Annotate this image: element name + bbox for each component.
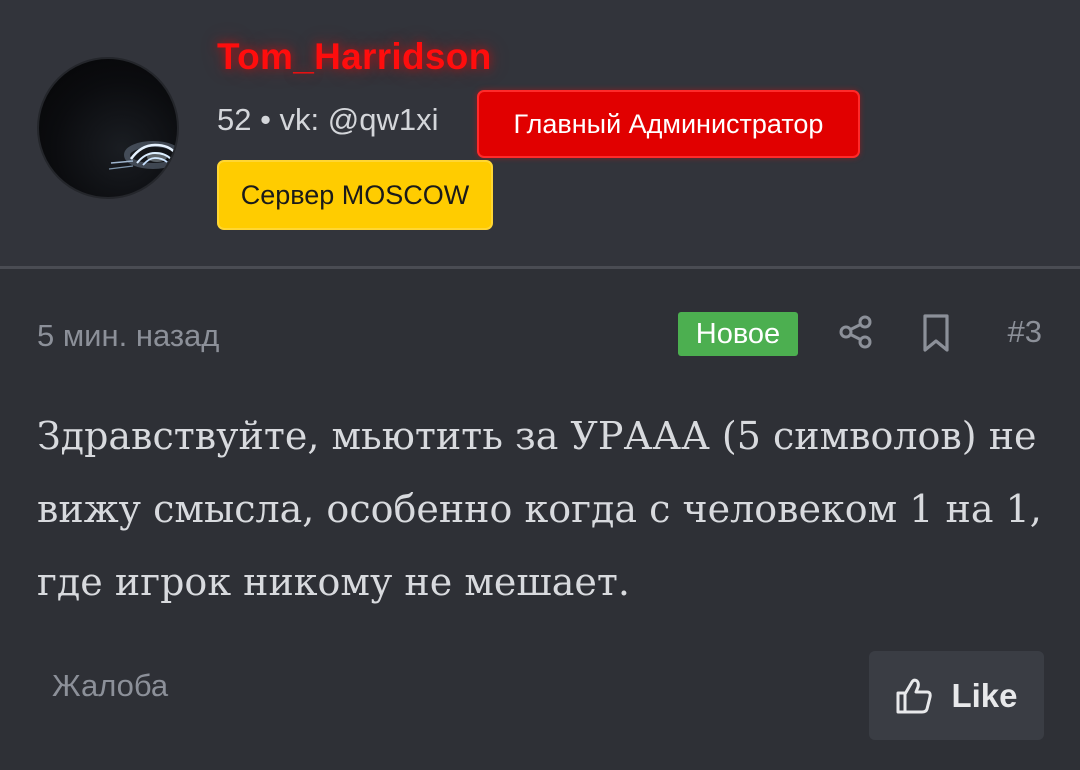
share-icon bbox=[839, 315, 872, 349]
like-label: Like bbox=[951, 676, 1018, 714]
avatar[interactable] bbox=[37, 57, 179, 199]
post-time[interactable]: 5 мин. назад bbox=[37, 318, 219, 354]
thumbs-up-icon bbox=[896, 678, 933, 713]
car-headlights-icon bbox=[108, 141, 177, 170]
post-message: Здравствуйте, мьютить за УРААА (5 символ… bbox=[37, 414, 1042, 604]
user-meta: 52 • vk: @qw1xi bbox=[217, 102, 439, 137]
share-button[interactable] bbox=[836, 312, 876, 352]
username[interactable]: Tom_Harridson bbox=[217, 36, 492, 78]
post-number[interactable]: #3 bbox=[1008, 314, 1042, 350]
server-badge: Сервер MOSCOW bbox=[217, 160, 493, 230]
bookmark-button[interactable] bbox=[918, 312, 954, 354]
bookmark-icon bbox=[923, 314, 949, 352]
like-button[interactable]: Like bbox=[869, 651, 1044, 740]
complain-link[interactable]: Жалоба bbox=[52, 668, 168, 704]
role-badge: Главный Администратор bbox=[477, 90, 860, 158]
new-badge: Новое bbox=[678, 312, 798, 356]
